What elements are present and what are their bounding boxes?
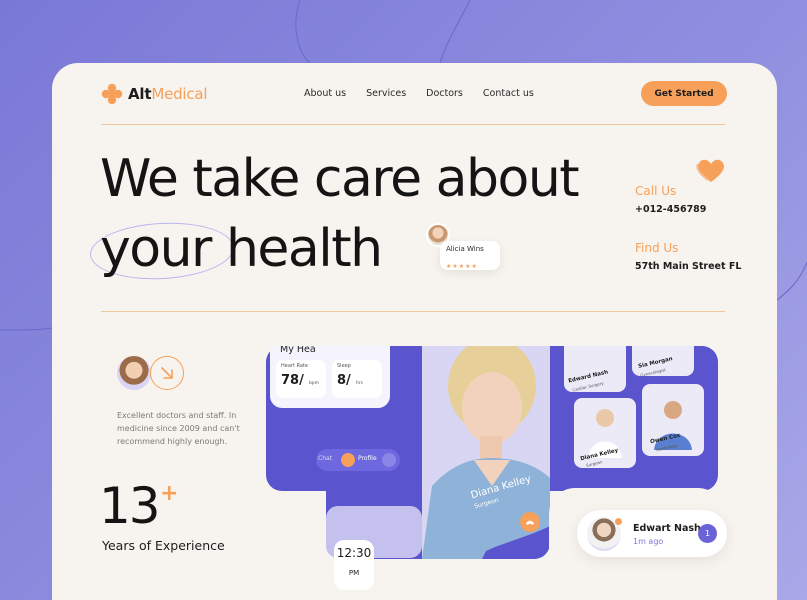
online-indicator <box>615 518 622 525</box>
clock-time: 12:30 <box>336 546 372 560</box>
experience-label: Years of Experience <box>102 538 225 553</box>
landing-card: AltMedical About us Services Doctors Con… <box>52 63 777 600</box>
profile-label: Profile <box>358 455 377 462</box>
nav-doctors[interactable]: Doctors <box>426 88 463 99</box>
call-us-label: Call Us <box>635 184 677 198</box>
doctor-grid: Edward Nash Cardiac Surgery Sia Morgan G… <box>550 346 718 491</box>
heart-rate-unit: bpm <box>308 381 320 386</box>
hero-heading-line1: We take care about <box>100 149 580 209</box>
clock-period: PM <box>348 569 360 577</box>
notification-name: Edwart Nash <box>633 523 701 534</box>
hero-heading-line2: your health <box>100 219 383 279</box>
testimonial-text: Excellent doctors and staff. In medicine… <box>117 411 240 446</box>
main-nav: About us Services Doctors Contact us <box>304 88 554 99</box>
notification-count-badge: 1 <box>698 524 717 543</box>
find-us-label: Find Us <box>635 241 679 255</box>
doctor-photo: Diana Kelley Surgeon <box>422 346 550 559</box>
star-rating: ★★★★★ <box>446 263 478 270</box>
heart-rate-value: 78/ <box>281 373 304 388</box>
header-divider <box>101 124 725 125</box>
chat-label: Chat <box>318 455 333 462</box>
health-card: My Hea Heart Rate 78/ bpm Sleep 8/ hrs <box>270 346 390 408</box>
call-us-value[interactable]: +012-456789 <box>635 204 706 215</box>
sleep-stat: Sleep 8/ hrs <box>332 360 382 398</box>
heart-rate-label: Heart Rate <box>281 363 308 369</box>
sleep-value: 8/ <box>337 373 351 388</box>
testimonial-avatar <box>117 356 151 390</box>
heart-icon <box>696 159 724 182</box>
get-started-button[interactable]: Get Started <box>641 81 727 106</box>
logo-text: AltMedical <box>128 85 208 103</box>
heart-rate-stat: Heart Rate 78/ bpm <box>276 360 326 398</box>
health-card-title: My Hea <box>280 346 316 355</box>
experience-plus: + <box>160 481 179 506</box>
nav-services[interactable]: Services <box>366 88 406 99</box>
medical-cross-icon <box>101 83 123 105</box>
nav-about[interactable]: About us <box>304 88 346 99</box>
nav-contact[interactable]: Contact us <box>483 88 534 99</box>
section-divider <box>101 311 725 312</box>
find-us-value[interactable]: 57th Main Street FL <box>635 261 741 272</box>
sleep-unit: hrs <box>355 381 363 386</box>
profile-pill[interactable]: Chat Profile <box>316 449 400 471</box>
experience-number: 13 <box>99 477 161 535</box>
user-icon <box>382 453 396 467</box>
clock-card: 12:30 PM <box>326 506 422 590</box>
chat-dot-icon <box>341 453 355 467</box>
call-button[interactable] <box>520 512 540 532</box>
logo[interactable]: AltMedical <box>101 83 208 105</box>
phone-icon <box>526 520 534 525</box>
sleep-label: Sleep <box>337 363 351 369</box>
clock-display: 12:30 PM <box>334 540 374 590</box>
notification-time: 1m ago <box>633 537 664 546</box>
arrow-down-right-icon <box>161 367 173 379</box>
notification-card[interactable]: Edwart Nash 1m ago 1 <box>577 510 727 557</box>
arrow-button[interactable] <box>150 356 184 390</box>
review-card: Alicia Wins ★★★★★ <box>440 241 500 270</box>
reviewer-name: Alicia Wins <box>446 245 484 253</box>
